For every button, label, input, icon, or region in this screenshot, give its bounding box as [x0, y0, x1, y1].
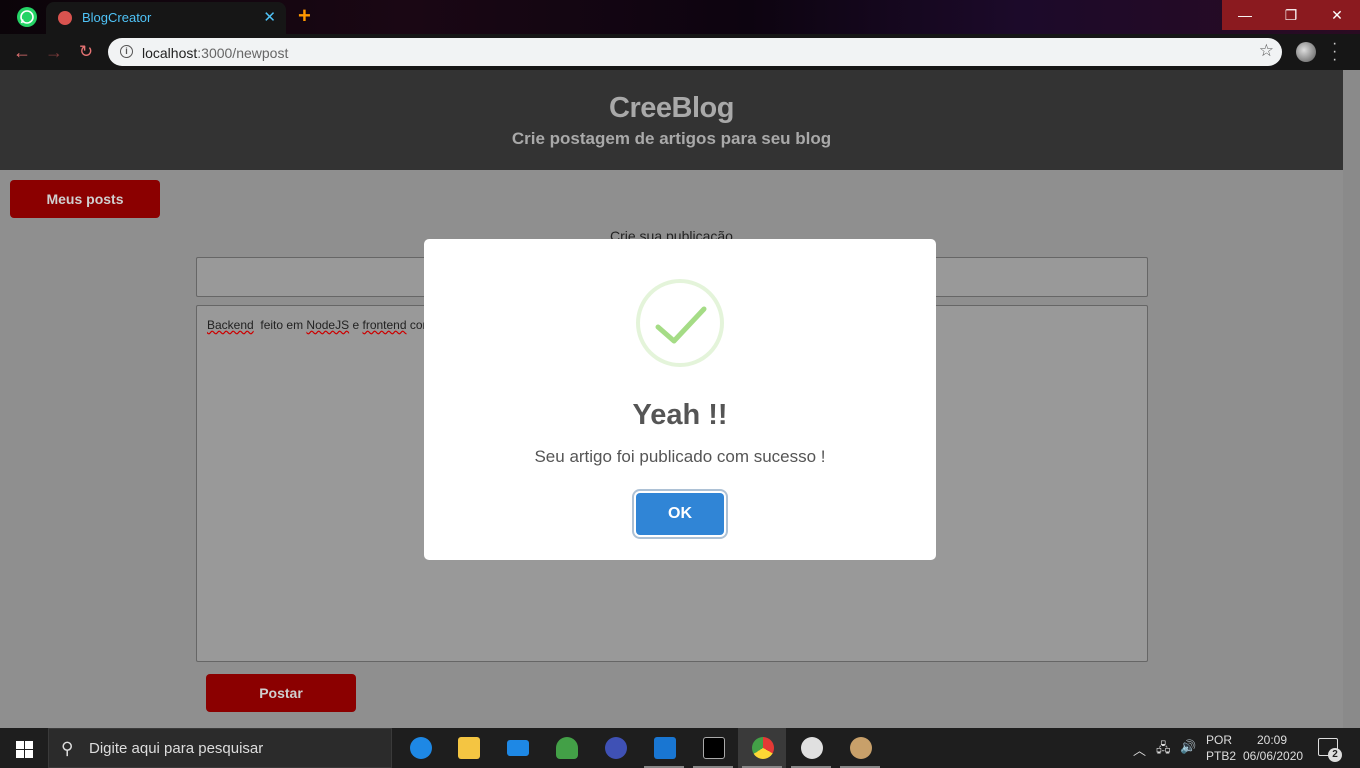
clock-date: 06/06/2020 — [1243, 749, 1304, 763]
back-arrow-icon[interactable]: ← — [10, 40, 34, 64]
windows-logo-icon — [25, 741, 33, 749]
windows-logo-icon — [16, 750, 24, 758]
rocket-app-icon[interactable] — [542, 728, 590, 768]
clock-time: 20:09 — [1256, 733, 1288, 747]
forward-arrow-icon[interactable]: → — [42, 40, 66, 64]
file-explorer-icon[interactable] — [444, 728, 492, 768]
edge-icon[interactable] — [396, 728, 444, 768]
content-word: frontend — [362, 318, 407, 332]
menu-dots-icon[interactable]: · · · — [1332, 36, 1337, 68]
windows-logo-icon — [25, 750, 33, 758]
new-tab-button[interactable]: + — [298, 3, 311, 29]
paint-3d-icon[interactable] — [787, 728, 835, 768]
success-modal: Yeah !! Seu artigo foi publicado com suc… — [424, 239, 936, 560]
volume-icon[interactable]: 🔊 — [1180, 739, 1196, 755]
content-word: NodeJS — [306, 318, 350, 332]
info-icon[interactable]: i — [120, 45, 133, 58]
browser-titlebar: BlogCreator ✕ + — ❐ ✕ — [0, 0, 1360, 34]
close-tab-icon[interactable]: ✕ — [263, 8, 276, 26]
minimize-button[interactable]: — — [1222, 0, 1268, 30]
language-indicator[interactable]: POR PTB2 — [1206, 732, 1236, 764]
search-icon: ⚲ — [61, 739, 74, 758]
ok-button[interactable]: OK — [636, 493, 724, 535]
content-word: e — [352, 318, 360, 332]
vscode-icon[interactable] — [640, 728, 688, 768]
content-word: feito em — [260, 318, 304, 332]
paint-icon[interactable] — [836, 728, 884, 768]
notification-count: 2 — [1328, 748, 1342, 762]
eclipse-app-icon[interactable] — [591, 728, 639, 768]
address-bar[interactable]: i localhost:3000/newpost ☆ — [108, 38, 1282, 66]
whatsapp-icon[interactable] — [17, 7, 37, 27]
keyboard-layout: PTB2 — [1206, 749, 1237, 763]
content-word: Backend — [207, 318, 254, 332]
url-host: localhost — [142, 45, 198, 61]
chrome-icon[interactable] — [738, 728, 786, 768]
terminal-icon[interactable] — [689, 728, 737, 768]
url-path: :3000/newpost — [197, 45, 289, 61]
close-window-button[interactable]: ✕ — [1314, 0, 1360, 30]
my-posts-button[interactable]: Meus posts — [10, 180, 160, 218]
search-placeholder: Digite aqui para pesquisar — [89, 740, 264, 757]
windows-taskbar: ⚲ Digite aqui para pesquisar ︿ 🖧 🔊 POR P… — [0, 728, 1360, 768]
post-button[interactable]: Postar — [206, 674, 356, 712]
tab-blogcreator[interactable]: BlogCreator ✕ — [46, 2, 286, 34]
bookmark-star-icon[interactable]: ☆ — [1259, 41, 1274, 61]
modal-title: Yeah !! — [632, 399, 728, 431]
clock[interactable]: 20:09 06/06/2020 — [1243, 732, 1304, 764]
network-icon[interactable]: 🖧 — [1156, 739, 1171, 761]
chevron-up-icon[interactable]: ︿ — [1133, 740, 1146, 759]
restore-button[interactable]: ❐ — [1268, 0, 1314, 30]
profile-avatar[interactable] — [1296, 42, 1316, 62]
url-text[interactable]: localhost:3000/newpost — [142, 45, 288, 61]
tab-title: BlogCreator — [82, 10, 152, 25]
windows-logo-icon — [16, 741, 24, 749]
site-header: CreeBlog Crie postagem de artigos para s… — [0, 70, 1343, 170]
site-subtitle: Crie postagem de artigos para seu blog — [511, 129, 832, 148]
scrollbar[interactable] — [1343, 70, 1360, 728]
success-check-icon — [636, 279, 724, 367]
site-title: CreeBlog — [609, 92, 734, 124]
taskbar-search-input[interactable]: ⚲ Digite aqui para pesquisar — [48, 728, 392, 768]
language-code: POR — [1206, 733, 1233, 747]
globe-icon — [58, 11, 72, 25]
browser-toolbar: ← → ↻ i localhost:3000/newpost ☆ — [0, 34, 1360, 70]
mail-icon[interactable] — [493, 728, 541, 768]
reload-icon[interactable]: ↻ — [74, 40, 98, 64]
modal-message: Seu artigo foi publicado com sucesso ! — [534, 447, 826, 466]
start-button[interactable] — [0, 728, 48, 768]
